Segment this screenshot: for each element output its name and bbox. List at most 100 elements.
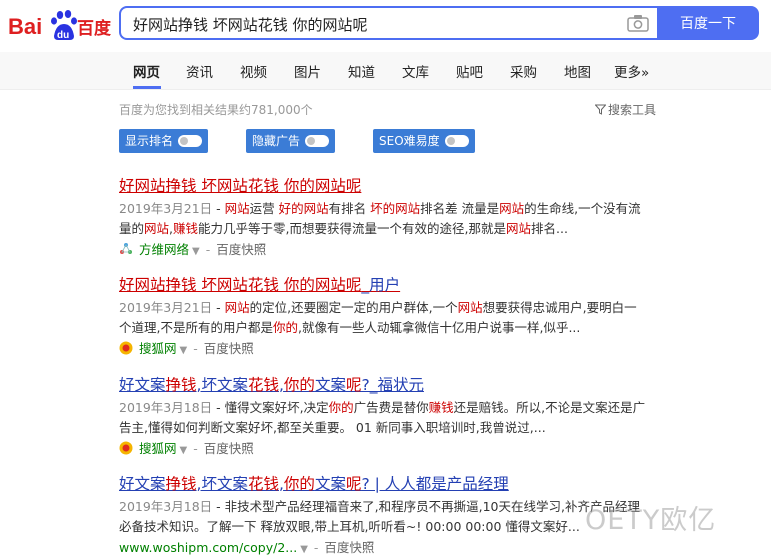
- snippet-text: ,就像有一些人动辄拿微信十亿用户说事一样,似乎...: [298, 320, 581, 335]
- header: Bai du 百度 百度一下: [0, 0, 771, 52]
- result-date: 2019年3月18日: [119, 499, 213, 514]
- snippet-text: 的生命线,一个没有流: [524, 201, 641, 216]
- search-button[interactable]: 百度一下: [657, 6, 759, 40]
- snippet-highlight: 网站: [144, 221, 170, 236]
- snippet-text: 排名...: [531, 221, 568, 236]
- sohu-favicon-icon: [119, 341, 133, 355]
- title-highlight: 挣钱: [165, 376, 197, 394]
- title-text: 好网站挣钱 坏网站花钱 你的网站呢: [119, 177, 362, 195]
- tab-maps[interactable]: 地图: [564, 61, 591, 81]
- logo-badge-text: du: [57, 30, 69, 41]
- snippet-text: - 懂得文案好坏,决定: [216, 400, 329, 415]
- snippet-highlight: 坏的网站: [370, 201, 421, 216]
- tab-wenku[interactable]: 文库: [402, 61, 429, 81]
- result-snippet: 2019年3月21日 - 网站的定位,还要圈定一定的用户群体,一个网站想要获得忠…: [119, 298, 671, 338]
- toggle-switch[interactable]: [444, 135, 469, 147]
- result-source: 搜狐网 ▼ - 百度快照: [119, 339, 671, 361]
- result-date: 2019年3月21日: [119, 201, 213, 216]
- chevron-down-icon[interactable]: ▼: [192, 246, 200, 257]
- title-highlight: 呢: [345, 376, 362, 394]
- toggle-label: 隐藏广告: [252, 134, 301, 148]
- title-text: ?_福状元: [361, 376, 424, 394]
- tab-more[interactable]: 更多»: [614, 61, 649, 81]
- source-name[interactable]: 搜狐网: [139, 441, 177, 456]
- result-date: 2019年3月18日: [119, 400, 213, 415]
- snippet-highlight: 网站: [457, 300, 483, 315]
- title-text: 文案: [314, 475, 346, 493]
- toggle-label: SEO难易度: [379, 134, 440, 148]
- title-highlight: 呢: [345, 475, 362, 493]
- source-name[interactable]: 搜狐网: [139, 341, 177, 356]
- title-text: ? | 人人都是产品经理: [361, 475, 509, 493]
- active-tab-indicator: [133, 86, 161, 89]
- search-input[interactable]: [131, 8, 625, 40]
- camera-icon[interactable]: [627, 14, 649, 32]
- title-highlight: 花钱: [247, 475, 279, 493]
- snippet-text: 的定位,还要圈定一定的用户群体,一个: [249, 300, 458, 315]
- logo-text-left: Bai: [8, 14, 42, 39]
- snippet-highlight: 好的网站: [278, 201, 329, 216]
- result-source: 方维网络 ▼ - 百度快照: [119, 240, 671, 262]
- chevron-down-icon[interactable]: ▼: [180, 345, 188, 356]
- title-text: 好网站挣钱 坏网站花钱 你的网站呢: [119, 276, 362, 294]
- toggle-show-rank[interactable]: 显示排名: [119, 129, 209, 153]
- snippet-text: -: [216, 201, 225, 216]
- snippet-highlight: 你的: [272, 320, 298, 335]
- tab-news[interactable]: 资讯: [186, 61, 213, 81]
- title-highlight: 你的: [283, 376, 315, 394]
- separator: -: [189, 341, 202, 356]
- title-highlight: 花钱: [247, 376, 279, 394]
- snapshot-link[interactable]: 百度快照: [204, 341, 254, 356]
- source-name[interactable]: 方维网络: [139, 242, 189, 257]
- tab-caigou[interactable]: 采购: [510, 61, 537, 81]
- toggle-seo-difficulty[interactable]: SEO难易度: [373, 129, 475, 153]
- tab-video[interactable]: 视频: [240, 61, 267, 81]
- snippet-text: - 非技术型产品经理福音来了,和程序员不再撕逼,10天在线学习,补齐产品经理: [216, 499, 640, 514]
- snippet-text: 想要获得忠诚用户,要明白一: [482, 300, 637, 315]
- snippet-text: 排名差 流量是: [420, 201, 500, 216]
- snippet-text: 能力几乎等于零,而想要获得流量一个有效的途径,那就是: [198, 221, 506, 236]
- snippet-highlight: 网站: [224, 300, 250, 315]
- snippet-highlight: 你的: [328, 400, 354, 415]
- result-date: 2019年3月21日: [119, 300, 213, 315]
- watermark: OETY欧亿: [585, 505, 717, 536]
- snippet-text: 运营: [249, 201, 279, 216]
- result-item: 好网站挣钱 坏网站花钱 你的网站呢 2019年3月21日 - 网站 运营 好的网站…: [119, 176, 671, 262]
- result-title-link[interactable]: 好网站挣钱 坏网站花钱 你的网站呢: [119, 176, 671, 196]
- title-highlight: 你的: [283, 475, 315, 493]
- tab-tieba[interactable]: 贴吧: [456, 61, 483, 81]
- separator: -: [201, 242, 215, 257]
- tab-images[interactable]: 图片: [294, 61, 321, 81]
- toggle-switch[interactable]: [305, 135, 330, 147]
- result-title-link[interactable]: 好文案挣钱,坏文案花钱,你的文案呢?_福状元: [119, 375, 671, 395]
- search-box[interactable]: [119, 6, 657, 40]
- chevron-down-icon[interactable]: ▼: [180, 445, 188, 456]
- chevron-down-icon[interactable]: ▼: [300, 544, 308, 555]
- site-favicon-icon: [120, 243, 132, 254]
- snippet-text: 广告费是替你: [353, 400, 429, 415]
- baidu-logo[interactable]: Bai du 百度: [8, 6, 112, 46]
- snippet-text: 必备技术知识。了解一下 释放双眼,带上耳机,听听看~! 00:00 00:00 …: [119, 519, 580, 534]
- result-title-link[interactable]: 好文案挣钱,坏文案花钱,你的文案呢? | 人人都是产品经理: [119, 474, 671, 494]
- sohu-favicon-icon: [119, 441, 133, 455]
- snippet-highlight: 网站: [505, 221, 531, 236]
- snippet-text: 量的: [119, 221, 145, 236]
- result-source: 搜狐网 ▼ - 百度快照: [119, 439, 671, 461]
- snapshot-link[interactable]: 百度快照: [204, 441, 254, 456]
- result-count: 百度为您找到相关结果约781,000个: [119, 103, 313, 117]
- snapshot-link[interactable]: 百度快照: [216, 242, 266, 257]
- toggle-hide-ads[interactable]: 隐藏广告: [246, 129, 336, 153]
- title-highlight: 挣钱: [165, 475, 197, 493]
- snippet-text: 有排名: [328, 201, 371, 216]
- snippet-text: 还是赔钱。所以,不论是文案还是广: [453, 400, 646, 415]
- result-title-link[interactable]: 好网站挣钱 坏网站花钱 你的网站呢_用户: [119, 275, 671, 295]
- title-text: _用户: [361, 276, 401, 294]
- tab-web[interactable]: 网页: [133, 61, 160, 81]
- search-tools-button[interactable]: 搜索工具: [594, 101, 656, 118]
- filter-icon: [594, 104, 607, 115]
- tab-zhidao[interactable]: 知道: [348, 61, 375, 81]
- toggle-switch[interactable]: [178, 135, 203, 147]
- title-text: ,坏文案: [196, 475, 248, 493]
- result-item: 好网站挣钱 坏网站花钱 你的网站呢_用户 2019年3月21日 - 网站的定位,…: [119, 275, 671, 361]
- snippet-text: 个道理,不是所有的用户都是: [119, 320, 273, 335]
